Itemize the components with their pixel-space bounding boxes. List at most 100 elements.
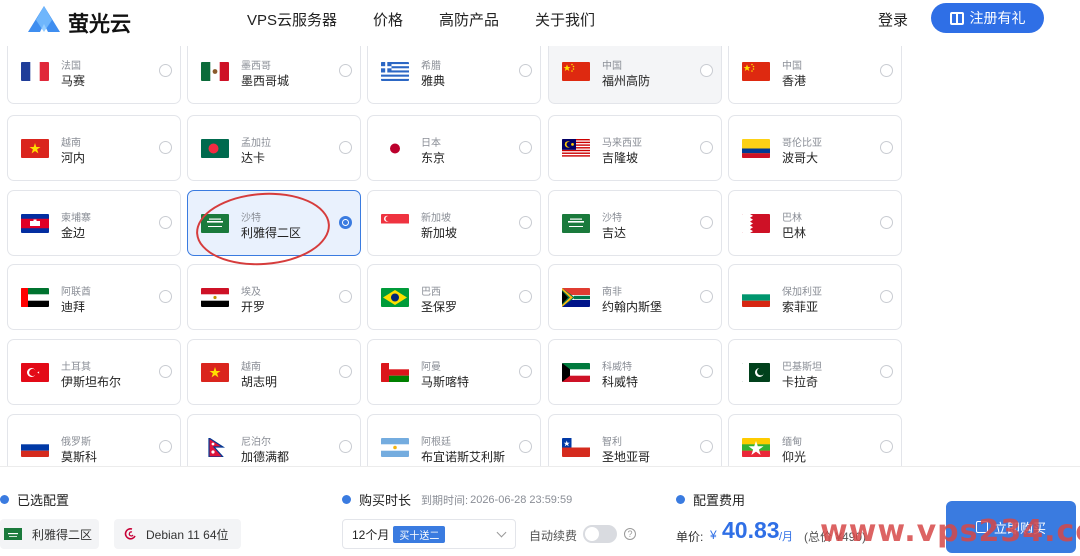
region-radio[interactable] xyxy=(700,216,713,229)
region-radio[interactable] xyxy=(519,440,532,453)
region-country: 巴基斯坦 xyxy=(782,362,822,373)
expire-value: 2026-06-28 23:59:59 xyxy=(470,493,573,506)
region-card[interactable]: 巴西 圣保罗 xyxy=(367,264,541,330)
uae-flag-icon xyxy=(21,288,49,307)
region-radio[interactable] xyxy=(159,440,172,453)
selected-config-section: 已选配置 xyxy=(0,490,69,509)
region-radio[interactable] xyxy=(700,141,713,154)
help-icon[interactable]: ? xyxy=(624,528,636,540)
region-card[interactable]: 希腊 雅典 xyxy=(367,38,541,104)
duration-select[interactable]: 12个月 买十送二 xyxy=(342,519,516,549)
brazil-flag-icon xyxy=(381,288,409,307)
nav-price[interactable]: 价格 xyxy=(373,9,403,30)
region-radio[interactable] xyxy=(880,216,893,229)
region-country: 俄罗斯 xyxy=(61,437,91,448)
nepal-flag-icon xyxy=(201,438,229,457)
region-city: 福州高防 xyxy=(602,74,651,88)
region-radio[interactable] xyxy=(700,290,713,303)
region-city: 马赛 xyxy=(61,74,86,88)
region-card[interactable]: 土耳其 伊斯坦布尔 xyxy=(7,339,181,405)
region-radio[interactable] xyxy=(159,290,172,303)
region-city: 圣保罗 xyxy=(421,300,458,314)
unit-price: 40.83 xyxy=(722,517,780,543)
region-card[interactable]: 哥伦比亚 波哥大 xyxy=(728,115,902,181)
region-card[interactable]: 阿联酋 迪拜 xyxy=(7,264,181,330)
region-city: 马斯喀特 xyxy=(421,375,470,389)
region-country: 墨西哥 xyxy=(241,61,271,72)
region-card[interactable]: 保加利亚 索菲亚 xyxy=(728,264,902,330)
bullet-dot xyxy=(0,495,9,504)
region-card[interactable]: 越南 河内 xyxy=(7,115,181,181)
region-radio[interactable] xyxy=(880,365,893,378)
page: 法国 马赛 墨西哥 墨西哥城 希腊 雅典 中国 福州高防 中国 香港 越南 河内 孟加拉 达卡 日本 东京 马来… xyxy=(0,0,1080,556)
region-radio[interactable] xyxy=(159,216,172,229)
region-radio[interactable] xyxy=(159,365,172,378)
region-country: 越南 xyxy=(241,362,261,373)
region-city: 新加坡 xyxy=(421,226,458,240)
region-card[interactable]: 柬埔寨 金边 xyxy=(7,190,181,256)
region-radio[interactable] xyxy=(880,290,893,303)
region-radio[interactable] xyxy=(519,365,532,378)
region-radio[interactable] xyxy=(519,216,532,229)
region-city: 河内 xyxy=(61,151,86,165)
region-card[interactable]: 越南 胡志明 xyxy=(187,339,361,405)
region-radio[interactable] xyxy=(339,64,352,77)
region-card[interactable]: 阿曼 马斯喀特 xyxy=(367,339,541,405)
region-radio[interactable] xyxy=(700,64,713,77)
region-radio[interactable] xyxy=(700,440,713,453)
region-city: 索菲亚 xyxy=(782,300,819,314)
region-radio[interactable] xyxy=(519,64,532,77)
region-card[interactable]: 中国 香港 xyxy=(728,32,903,104)
greece-flag-icon xyxy=(381,62,409,81)
region-card[interactable]: 巴基斯坦 卡拉奇 xyxy=(728,339,902,405)
register-button[interactable]: 注册有礼 xyxy=(931,3,1044,33)
region-radio[interactable] xyxy=(159,141,172,154)
region-card[interactable]: 孟加拉 达卡 xyxy=(187,115,361,181)
region-card[interactable]: 沙特 吉达 xyxy=(548,190,722,256)
selected-os-label: Debian 11 64位 xyxy=(146,527,229,542)
region-radio[interactable] xyxy=(700,365,713,378)
region-country: 阿曼 xyxy=(421,362,441,373)
region-card[interactable]: 科威特 科威特 xyxy=(548,339,722,405)
nav-about[interactable]: 关于我们 xyxy=(535,9,595,30)
brand-name[interactable]: 萤光云 xyxy=(68,8,131,38)
nav-vps[interactable]: VPS云服务器 xyxy=(247,9,337,30)
bulgaria-flag-icon xyxy=(742,288,770,307)
region-radio[interactable] xyxy=(339,440,352,453)
selected-region-label: 利雅得二区 xyxy=(32,527,93,542)
duration-title: 购买时长 xyxy=(359,493,412,508)
region-card[interactable]: 日本 东京 xyxy=(367,115,541,181)
region-radio[interactable] xyxy=(519,290,532,303)
region-radio[interactable] xyxy=(339,141,352,154)
region-radio[interactable] xyxy=(339,290,352,303)
region-country: 日本 xyxy=(421,138,441,149)
region-card[interactable]: 新加坡 新加坡 xyxy=(367,190,541,256)
bullet-dot xyxy=(342,495,351,504)
region-country: 智利 xyxy=(602,437,622,448)
region-card[interactable]: 中国 福州高防 xyxy=(548,32,724,104)
region-card[interactable]: 马来西亚 吉隆坡 xyxy=(548,115,722,181)
region-card[interactable]: 埃及 开罗 xyxy=(187,264,361,330)
region-radio[interactable] xyxy=(339,216,352,229)
region-card[interactable]: 巴林 巴林 xyxy=(728,190,902,256)
region-radio[interactable] xyxy=(880,64,893,77)
region-radio[interactable] xyxy=(519,141,532,154)
region-card[interactable]: 法国 马赛 xyxy=(7,38,181,104)
region-radio[interactable] xyxy=(159,64,172,77)
login-link[interactable]: 登录 xyxy=(878,9,908,30)
colombia-flag-icon xyxy=(742,139,770,158)
region-city: 雅典 xyxy=(421,74,446,88)
region-radio[interactable] xyxy=(880,141,893,154)
region-radio[interactable] xyxy=(880,440,893,453)
auto-renew-toggle[interactable] xyxy=(583,525,617,543)
region-city: 墨西哥城 xyxy=(241,74,290,88)
china-flag-icon xyxy=(562,62,590,81)
region-card[interactable]: 墨西哥 墨西哥城 xyxy=(187,38,361,104)
region-country: 巴西 xyxy=(421,287,441,298)
vietnam-flag-icon xyxy=(21,139,49,158)
region-country: 科威特 xyxy=(602,362,632,373)
nav-ddos[interactable]: 高防产品 xyxy=(439,9,499,30)
mexico-flag-icon xyxy=(201,62,229,81)
region-card[interactable]: 南非 约翰内斯堡 xyxy=(548,264,722,330)
region-radio[interactable] xyxy=(339,365,352,378)
